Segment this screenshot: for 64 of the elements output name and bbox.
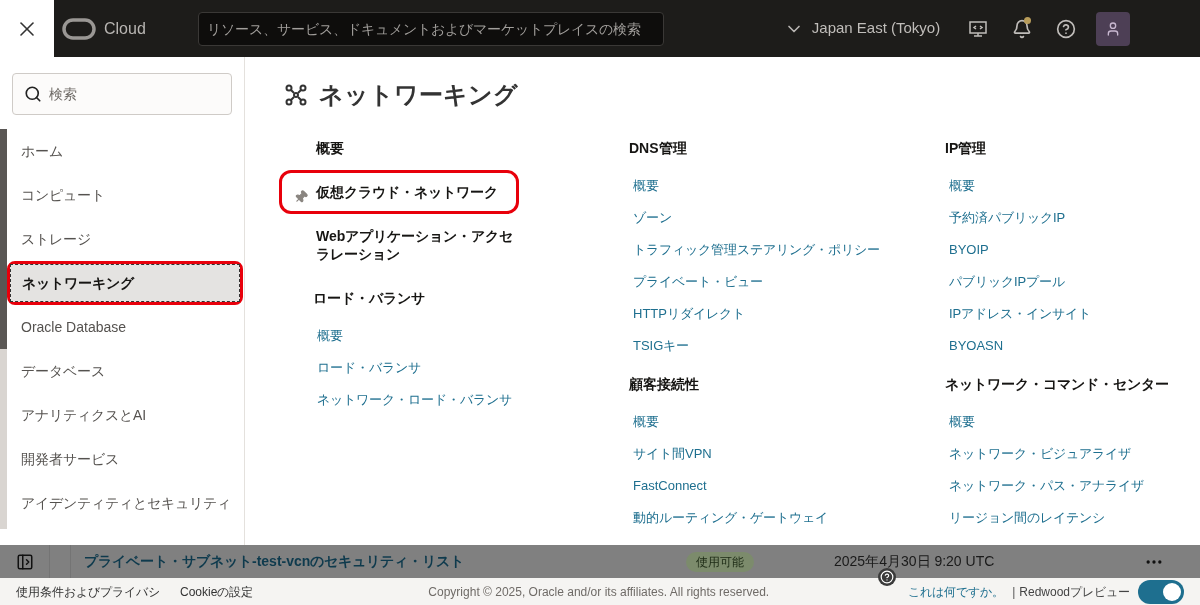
menu-link[interactable]: 概要 <box>633 412 659 432</box>
menu-item[interactable]: 仮想クラウド・ネットワーク <box>316 183 516 201</box>
help-icon[interactable] <box>1056 18 1077 39</box>
sidebar-item[interactable]: Oracle Database <box>10 308 240 346</box>
menu-link[interactable]: トラフィック管理ステアリング・ポリシー <box>633 240 880 260</box>
search-field[interactable]: リソース、サービス、ドキュメントおよびマーケットプレイスの検索 <box>197 11 664 46</box>
menu-link[interactable]: IPアドレス・インサイト <box>949 304 1092 324</box>
menu-link[interactable]: パブリックIPプール <box>949 272 1066 292</box>
question-icon <box>880 570 894 584</box>
menu-item[interactable]: 概要 <box>316 139 516 157</box>
brand-name: Cloud <box>104 18 146 39</box>
menu-link[interactable]: リージョン間のレイテンシ <box>949 508 1105 528</box>
region-selector[interactable]: Japan East (Tokyo) <box>811 17 941 40</box>
menu-link[interactable]: ネットワーク・ビジュアライザ <box>949 444 1131 464</box>
sidebar-item[interactable]: アナリティクスとAI <box>10 396 240 434</box>
menu-link[interactable]: ネットワーク・ロード・バランサ <box>317 390 512 410</box>
sidebar-item[interactable]: アイデンティティとセキュリティ <box>10 484 240 522</box>
panel-title: ネットワーキング <box>319 80 518 110</box>
monitor-code-icon[interactable] <box>968 18 989 39</box>
separator: | <box>1012 583 1016 601</box>
menu-link[interactable]: ゾーン <box>633 208 672 228</box>
menu-link[interactable]: BYOASN <box>949 336 1004 356</box>
section-heading: IP管理 <box>945 138 987 158</box>
menu-link[interactable]: 概要 <box>633 176 659 196</box>
menu-link[interactable]: BYOIP <box>949 240 989 260</box>
help-bubble-icon[interactable] <box>878 568 896 586</box>
menu-link[interactable]: 概要 <box>949 412 975 432</box>
menu-link[interactable]: TSIGキー <box>633 336 690 356</box>
section-heading: DNS管理 <box>629 138 687 158</box>
sidebar-item[interactable]: 開発者サービス <box>10 440 240 478</box>
menu-item[interactable]: Webアプリケーション・アクセラレーション <box>316 227 516 263</box>
sidebar-search-field[interactable]: 検索 <box>12 73 232 115</box>
user-avatar[interactable] <box>1096 11 1131 46</box>
sidebar-item[interactable]: ホーム <box>10 132 240 170</box>
sidebar-item[interactable]: コンピュート <box>10 176 240 214</box>
menu-link[interactable]: 概要 <box>949 176 975 196</box>
help-link[interactable]: これは何ですか。 <box>908 582 1005 601</box>
footer-link[interactable]: 使用条件およびプライバシ <box>16 582 160 601</box>
menu-link[interactable]: 予約済パブリックIP <box>949 208 1066 228</box>
menu-link[interactable]: HTTPリダイレクト <box>633 304 745 324</box>
logo-icon <box>62 17 96 40</box>
date-cell-text: 2025年4月30日 9:20 UTC <box>834 552 995 571</box>
copyright-text: Copyright © 2025, Oracle and/or its affiliates. All rights reserved. <box>428 583 770 601</box>
status-badge: 使用可能 <box>686 551 754 572</box>
menu-link[interactable]: 動的ルーティング・ゲートウェイ <box>633 508 828 528</box>
menu-link[interactable]: サイト間VPN <box>633 444 712 464</box>
preview-label: Redwoodプレビュー <box>1019 583 1130 601</box>
footer-link[interactable]: Cookieの設定 <box>180 582 254 601</box>
menu-link[interactable]: FastConnect <box>633 476 707 496</box>
panel-toggle-icon[interactable] <box>15 552 34 571</box>
network-icon <box>285 84 307 106</box>
search-icon <box>24 85 42 103</box>
section-heading: 顧客接続性 <box>629 374 699 394</box>
menu-link[interactable]: 概要 <box>317 326 343 346</box>
sidebar-item[interactable]: ストレージ <box>10 220 240 258</box>
menu-link[interactable]: ネットワーク・パス・アナライザ <box>949 476 1144 496</box>
sidebar-item[interactable]: データベース <box>10 352 240 390</box>
menu-link[interactable]: ロード・バランサ <box>317 358 421 378</box>
menu-link[interactable]: プライベート・ビュー <box>633 272 763 292</box>
section-heading: ネットワーク・コマンド・センター <box>945 374 1169 394</box>
section-heading: ロード・バランサ <box>313 288 425 308</box>
preview-toggle[interactable] <box>1138 579 1184 604</box>
sidebar-item[interactable]: ネットワーキング <box>10 264 240 302</box>
bell-icon[interactable] <box>1012 18 1033 39</box>
